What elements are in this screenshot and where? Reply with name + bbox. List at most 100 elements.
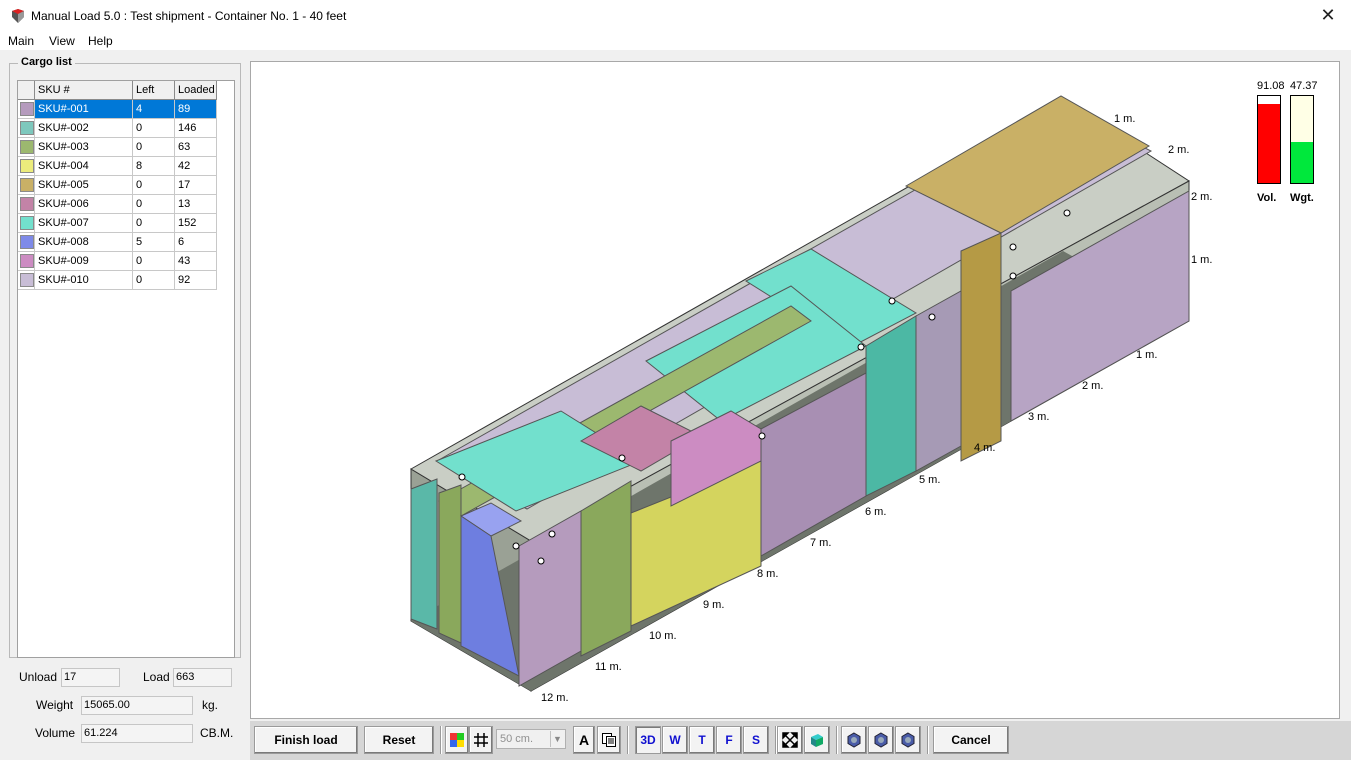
cargo-loaded: 42 [175,157,217,176]
close-button[interactable]: ✕ [1305,0,1351,32]
header-left[interactable]: Left [133,81,175,100]
cargo-sku: SKU#-001 [35,100,133,119]
chevron-down-icon: ▼ [550,731,564,747]
container-3d-view[interactable]: 1 m. 2 m. 3 m. 4 m. 5 m. 6 m. 7 m. 8 m. … [250,61,1340,719]
unload-field: 17 [61,668,120,687]
cargo-left: 0 [133,271,175,290]
toolbar-separator [927,726,929,754]
tick-height-2: 2 m. [1191,191,1212,203]
grid-step-select[interactable]: 50 cm. ▼ [496,729,566,749]
font-button[interactable]: A [573,726,595,754]
cargo-left: 5 [133,233,175,252]
color-swatch-cell [18,157,35,176]
tick-length-8: 8 m. [757,568,778,580]
color-swatch [20,254,34,268]
view-w-button[interactable]: W [662,726,688,754]
hexagon-icon [847,732,861,748]
anchor-dot [758,432,766,440]
volume-gauge [1257,95,1281,184]
palette-icon [450,733,464,747]
tick-length-7: 7 m. [810,537,831,549]
rotate-view-button[interactable] [804,726,830,754]
weight-field: 15065.00 [81,696,193,715]
cargo-loaded: 146 [175,119,217,138]
color-swatch [20,102,34,116]
anchor-dot [1009,272,1017,280]
tick-length-1: 1 m. [1136,349,1157,361]
reset-button[interactable]: Reset [364,726,434,754]
volume-gauge-label: Vol. [1257,192,1277,204]
view-f-button[interactable]: F [716,726,742,754]
cargo-sku: SKU#-004 [35,157,133,176]
toolbar-separator [627,726,629,754]
header-sku[interactable]: SKU # [35,81,133,100]
color-swatch-cell [18,214,35,233]
color-swatch-cell [18,271,35,290]
rotate-left-button[interactable] [841,726,867,754]
cancel-button[interactable]: Cancel [933,726,1009,754]
weight-gauge-label: Wgt. [1290,192,1314,204]
load-label: Load [143,670,170,684]
volume-label: Volume [35,726,76,740]
menu-help[interactable]: Help [88,34,113,48]
menu-view[interactable]: View [49,34,75,48]
color-mode-button[interactable] [445,726,469,754]
cargo-sku: SKU#-003 [35,138,133,157]
anchor-dot [1009,243,1017,251]
title-bar: Manual Load 5.0 : Test shipment - Contai… [0,0,1351,32]
color-swatch [20,197,34,211]
documents-icon [602,733,616,747]
color-swatch [20,273,34,287]
cargo-left: 0 [133,138,175,157]
tick-top-1: 1 m. [1114,113,1135,125]
cargo-sku-002-front [410,478,438,630]
weight-gauge-value: 47.37 [1290,80,1318,92]
color-swatch-cell [18,138,35,157]
cargo-list-group: Cargo list SKU # Left Loaded SKU#-001 4 89… [9,56,241,658]
copy-report-button[interactable] [597,726,621,754]
view-3d-button[interactable]: 3D [635,726,661,754]
cargo-list-title: Cargo list [18,56,75,68]
anchor-dot [458,473,466,481]
header-loaded[interactable]: Loaded [175,81,217,100]
cargo-sku: SKU#-008 [35,233,133,252]
cargo-sku-001-side-a [915,290,962,472]
grid-toggle-button[interactable] [469,726,493,754]
menu-main[interactable]: Main [8,34,34,48]
load-field: 663 [173,668,232,687]
finish-load-button[interactable]: Finish load [254,726,358,754]
anchor-dot [537,557,545,565]
box-icon [811,734,823,747]
cargo-loaded: 17 [175,176,217,195]
fit-view-button[interactable] [777,726,803,754]
color-swatch [20,159,34,173]
container-3d-scene[interactable]: 1 m. 2 m. 3 m. 4 m. 5 m. 6 m. 7 m. 8 m. … [251,62,1339,718]
cargo-grid[interactable]: SKU # Left Loaded SKU#-001 4 89 SKU#-002 0 14… [17,80,235,658]
volume-gauge-value: 91.08 [1257,80,1285,92]
cargo-sku-003-side [580,480,632,657]
view-s-button[interactable]: S [743,726,769,754]
tick-length-3: 3 m. [1028,411,1049,423]
weight-unit: kg. [202,698,219,712]
tick-length-6: 6 m. [865,506,886,518]
color-swatch [20,216,34,230]
cargo-sku: SKU#-006 [35,195,133,214]
volume-unit: CB.M. [200,726,234,740]
tick-top-2: 2 m. [1168,144,1189,156]
anchor-dot [618,454,626,462]
color-swatch-cell [18,119,35,138]
rotate-right-button[interactable] [895,726,921,754]
header-color-cell [18,81,35,100]
cargo-loaded: 13 [175,195,217,214]
tick-length-4: 4 m. [974,442,995,454]
toolbar-separator [440,726,442,754]
rotate-up-button[interactable] [868,726,894,754]
tick-length-10: 10 m. [649,630,677,642]
cargo-sku-003-front [438,484,462,644]
weight-label: Weight [36,698,74,712]
cargo-sku: SKU#-009 [35,252,133,271]
anchor-dot [512,542,520,550]
view-t-button[interactable]: T [689,726,715,754]
color-swatch [20,121,34,135]
cargo-sku-007-side [865,315,917,497]
